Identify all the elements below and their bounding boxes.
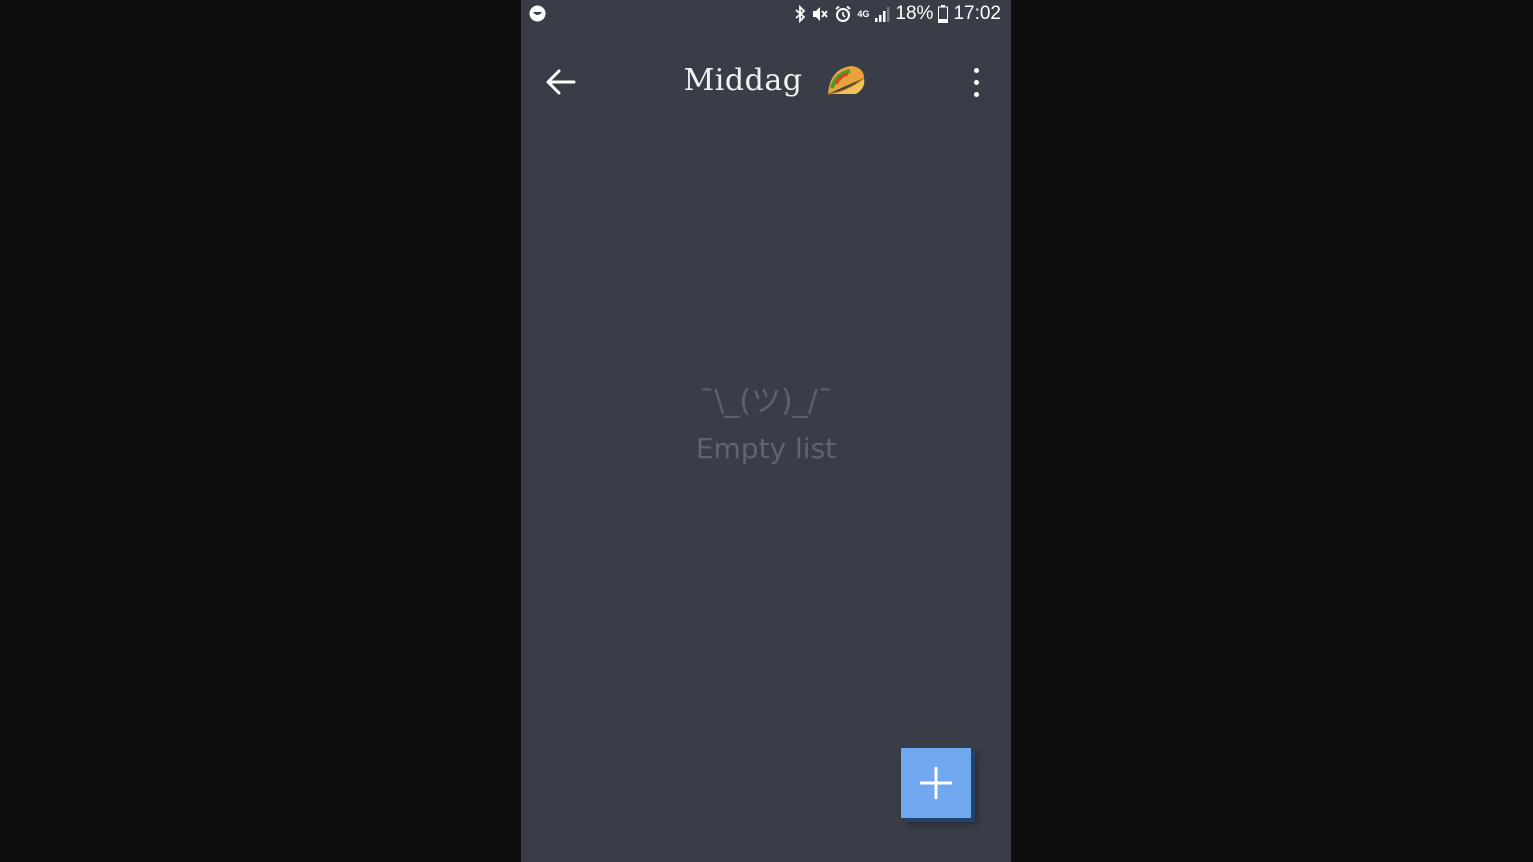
page-title: Middag <box>683 62 803 98</box>
more-vertical-icon <box>973 67 979 73</box>
status-bar: 4G 18% 17:02 <box>521 0 1011 28</box>
more-options-button[interactable] <box>959 60 993 104</box>
empty-list-message: Empty list <box>695 432 837 465</box>
empty-state: ¯\_(ツ)_/¯ Empty list <box>521 380 1011 474</box>
app-bar: Middag <box>521 36 1011 126</box>
bluetooth-icon <box>795 5 806 23</box>
shrug-emoticon: ¯\_(ツ)_/¯ <box>699 384 833 419</box>
status-time: 17:02 <box>953 3 1001 24</box>
add-item-button[interactable] <box>901 748 971 818</box>
network-4g-icon: 4G <box>857 8 870 19</box>
app-notification-icon <box>529 5 546 22</box>
battery-percent: 18% <box>895 3 934 24</box>
plus-icon <box>920 767 952 799</box>
more-vertical-icon-dot <box>973 79 979 85</box>
mute-icon <box>813 7 829 21</box>
title-group: Middag <box>521 62 1011 98</box>
taco-icon <box>828 66 865 95</box>
battery-icon <box>938 5 949 23</box>
more-vertical-icon-dot <box>973 91 979 97</box>
signal-icon <box>875 7 890 22</box>
alarm-icon <box>835 5 852 22</box>
status-icons: 4G 18% 17:02 <box>794 3 1001 25</box>
app-screen: 4G 18% 17:02 Middag ¯\_(ツ)_/¯ Empty list <box>521 0 1011 862</box>
